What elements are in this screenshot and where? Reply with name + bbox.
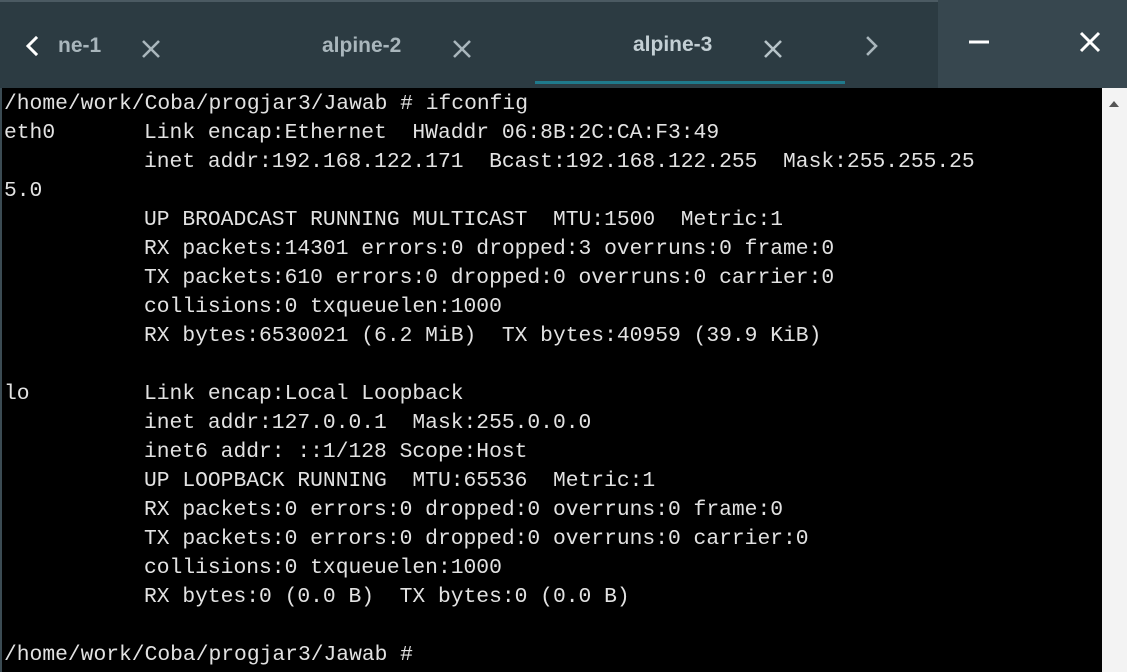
line-detail: Link encap:Ethernet HWaddr 06:8B:2C:CA:F… xyxy=(144,121,720,145)
close-icon xyxy=(453,40,471,58)
scroll-up-button[interactable] xyxy=(1108,96,1120,107)
line-detail: RX bytes:0 (0.0 B) TX bytes:0 (0.0 B) xyxy=(144,585,630,609)
terminal-output[interactable]: /home/work/Coba/progjar3/Jawab # ifconfi… xyxy=(0,88,1102,672)
terminal-line: eth0 Link encap:Ethernet HWaddr 06:8B:2C:… xyxy=(4,119,719,148)
close-icon xyxy=(764,40,782,58)
line-text: /home/work/Coba/progjar3/Jawab # ifconfi… xyxy=(4,92,528,116)
terminal-window: ne-1 alpine-2 alpine-3 /home/work/Coba/p… xyxy=(0,0,1127,672)
close-window-button[interactable] xyxy=(1073,26,1107,60)
line-detail: TX packets:610 errors:0 dropped:0 overru… xyxy=(144,266,835,290)
tab-2[interactable]: alpine-2 xyxy=(225,2,535,88)
tab-label: alpine-3 xyxy=(633,33,713,56)
triangle-up-icon xyxy=(1109,101,1119,107)
terminal-line: /home/work/Coba/progjar3/Jawab # ifconfi… xyxy=(4,90,528,119)
line-detail: UP LOOPBACK RUNNING MTU:65536 Metric:1 xyxy=(144,469,656,493)
line-detail: inet addr:127.0.0.1 Mask:255.0.0.0 xyxy=(144,411,592,435)
tab-3-close-button[interactable] xyxy=(762,38,784,60)
tab-3[interactable]: alpine-3 xyxy=(535,2,845,88)
line-detail: collisions:0 txqueuelen:1000 xyxy=(144,556,502,580)
tab-1-close-button[interactable] xyxy=(140,38,162,60)
terminal-scrollbar[interactable] xyxy=(1102,88,1127,672)
tab-2-close-button[interactable] xyxy=(451,38,473,60)
line-detail: TX packets:0 errors:0 dropped:0 overruns… xyxy=(144,527,809,551)
line-detail: RX bytes:6530021 (6.2 MiB) TX bytes:4095… xyxy=(144,324,822,348)
tab-1[interactable]: ne-1 xyxy=(55,2,185,88)
close-icon xyxy=(1079,31,1101,53)
scroll-tabs-right-button[interactable] xyxy=(860,32,884,60)
line-detail: collisions:0 txqueuelen:1000 xyxy=(144,295,502,319)
line-detail: UP BROADCAST RUNNING MULTICAST MTU:1500 … xyxy=(144,208,784,232)
terminal-line: lo Link encap:Local Loopback xyxy=(4,380,464,409)
tab-label: alpine-2 xyxy=(322,34,402,57)
line-text: 5.0 xyxy=(4,179,43,203)
line-detail: Link encap:Local Loopback xyxy=(144,382,464,406)
line-text: /home/work/Coba/progjar3/Jawab # xyxy=(4,643,413,667)
minimize-icon xyxy=(969,40,989,44)
tab-label: ne-1 xyxy=(58,34,102,57)
line-text: eth0 xyxy=(4,121,56,145)
line-text: lo xyxy=(4,382,30,406)
terminal-prompt-line: /home/work/Coba/progjar3/Jawab # xyxy=(4,641,413,670)
tab-strip: ne-1 alpine-2 alpine-3 xyxy=(0,0,938,88)
line-detail: RX packets:0 errors:0 dropped:0 overruns… xyxy=(144,498,784,522)
terminal-line: 5.0 xyxy=(4,177,42,206)
chevron-right-icon xyxy=(866,36,878,56)
line-detail: RX packets:14301 errors:0 dropped:3 over… xyxy=(144,237,835,261)
title-bar: ne-1 alpine-2 alpine-3 xyxy=(0,0,1127,88)
line-detail: inet6 addr: ::1/128 Scope:Host xyxy=(144,440,528,464)
scroll-tabs-left-button[interactable] xyxy=(20,32,44,60)
close-icon xyxy=(142,40,160,58)
active-tab-indicator xyxy=(535,81,845,84)
line-detail: inet addr:192.168.122.171 Bcast:192.168.… xyxy=(144,150,975,174)
chevron-left-icon xyxy=(25,35,39,57)
minimize-button[interactable] xyxy=(962,26,996,60)
